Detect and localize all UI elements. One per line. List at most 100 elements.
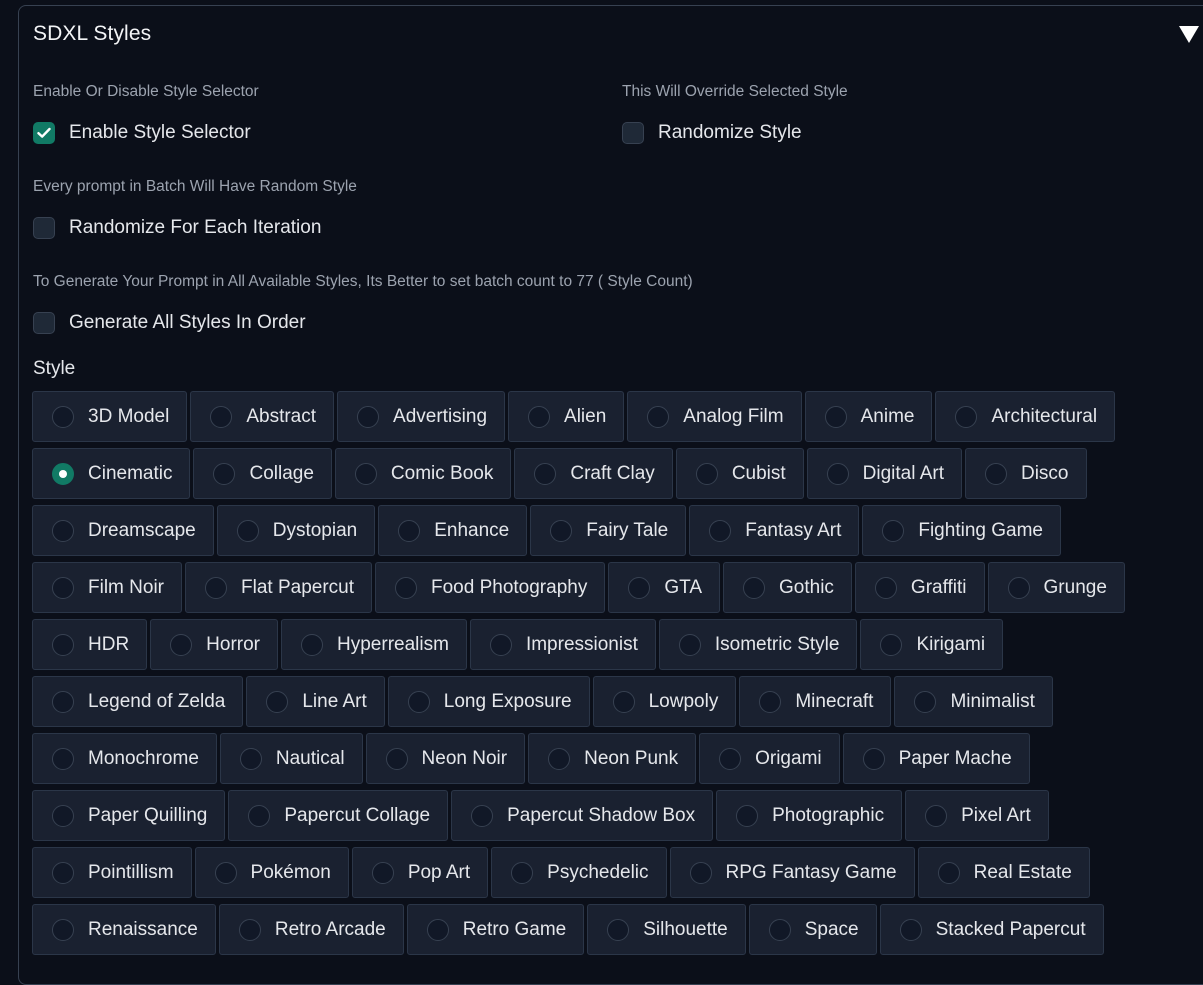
radio-circle-icon[interactable]: [354, 462, 377, 485]
radio-circle-icon[interactable]: [471, 804, 494, 827]
style-option-analog-film[interactable]: Analog Film: [627, 391, 802, 442]
radio-circle-icon[interactable]: [678, 633, 701, 656]
style-option-neon-noir[interactable]: Neon Noir: [365, 733, 526, 784]
style-option-minecraft[interactable]: Minecraft: [739, 676, 892, 727]
style-option-monochrome[interactable]: Monochrome: [32, 733, 217, 784]
checkbox-box[interactable]: [33, 312, 55, 334]
radio-circle-icon[interactable]: [52, 405, 74, 428]
style-option-minimalist[interactable]: Minimalist: [894, 676, 1053, 727]
style-option-fairy-tale[interactable]: Fairy Tale: [530, 505, 687, 556]
radio-circle-icon[interactable]: [238, 918, 261, 941]
style-option-long-exposure[interactable]: Long Exposure: [387, 676, 590, 727]
style-option-lowpoly[interactable]: Lowpoly: [592, 676, 737, 727]
radio-circle-icon[interactable]: [426, 918, 449, 941]
radio-circle-icon[interactable]: [52, 861, 74, 884]
style-option-graffiti[interactable]: Graffiti: [854, 562, 985, 613]
radio-circle-icon[interactable]: [210, 405, 233, 428]
radio-circle-icon[interactable]: [52, 747, 74, 770]
radio-circle-icon[interactable]: [52, 690, 74, 713]
radio-circle-icon[interactable]: [925, 804, 948, 827]
style-option-fighting-game[interactable]: Fighting Game: [862, 505, 1061, 556]
radio-circle-icon[interactable]: [301, 633, 324, 656]
radio-circle-icon[interactable]: [743, 576, 765, 599]
style-option-retro-arcade[interactable]: Retro Arcade: [218, 904, 404, 955]
style-option-gothic[interactable]: Gothic: [723, 562, 852, 613]
radio-circle-icon[interactable]: [407, 690, 430, 713]
style-option-film-noir[interactable]: Film Noir: [32, 562, 182, 613]
style-option-paper-quilling[interactable]: Paper Quilling: [32, 790, 226, 841]
generate-all-styles-checkbox[interactable]: Generate All Styles In Order: [33, 312, 306, 334]
radio-circle-icon[interactable]: [214, 861, 237, 884]
style-option-comic-book[interactable]: Comic Book: [334, 448, 512, 499]
style-option-dreamscape[interactable]: Dreamscape: [32, 505, 214, 556]
radio-circle-icon[interactable]: [205, 576, 227, 599]
radio-circle-icon[interactable]: [385, 747, 408, 770]
style-option-photographic[interactable]: Photographic: [716, 790, 903, 841]
style-option-cinematic[interactable]: Cinematic: [32, 448, 191, 499]
style-option-dystopian[interactable]: Dystopian: [216, 505, 376, 556]
style-option-hdr[interactable]: HDR: [32, 619, 148, 670]
radio-circle-icon[interactable]: [52, 462, 74, 485]
radio-circle-icon[interactable]: [937, 861, 960, 884]
randomize-each-iteration-checkbox[interactable]: Randomize For Each Iteration: [33, 217, 321, 239]
style-option-disco[interactable]: Disco: [964, 448, 1087, 499]
radio-circle-icon[interactable]: [239, 747, 262, 770]
style-option-psychedelic[interactable]: Psychedelic: [491, 847, 667, 898]
style-option-papercut-shadow-box[interactable]: Papercut Shadow Box: [451, 790, 714, 841]
radio-circle-icon[interactable]: [882, 519, 905, 542]
style-option-rpg-fantasy-game[interactable]: RPG Fantasy Game: [669, 847, 915, 898]
style-option-collage[interactable]: Collage: [193, 448, 332, 499]
style-option-fantasy-art[interactable]: Fantasy Art: [689, 505, 860, 556]
radio-circle-icon[interactable]: [768, 918, 791, 941]
style-option-papercut-collage[interactable]: Papercut Collage: [228, 790, 449, 841]
radio-circle-icon[interactable]: [52, 804, 74, 827]
radio-circle-icon[interactable]: [736, 804, 759, 827]
radio-circle-icon[interactable]: [695, 462, 718, 485]
radio-circle-icon[interactable]: [1007, 576, 1030, 599]
radio-circle-icon[interactable]: [357, 405, 380, 428]
radio-circle-icon[interactable]: [52, 576, 74, 599]
style-option-pixel-art[interactable]: Pixel Art: [905, 790, 1049, 841]
style-option-hyperrealism[interactable]: Hyperrealism: [281, 619, 467, 670]
enable-style-selector-checkbox[interactable]: Enable Style Selector: [33, 122, 251, 144]
style-option-nautical[interactable]: Nautical: [219, 733, 363, 784]
style-option-isometric-style[interactable]: Isometric Style: [658, 619, 858, 670]
style-option-silhouette[interactable]: Silhouette: [587, 904, 746, 955]
style-option-pop-art[interactable]: Pop Art: [351, 847, 489, 898]
style-option-flat-papercut[interactable]: Flat Papercut: [185, 562, 372, 613]
style-option-anime[interactable]: Anime: [804, 391, 933, 442]
radio-circle-icon[interactable]: [52, 519, 74, 542]
style-option-3d-model[interactable]: 3D Model: [32, 391, 188, 442]
style-option-alien[interactable]: Alien: [508, 391, 625, 442]
radio-circle-icon[interactable]: [647, 405, 670, 428]
radio-circle-icon[interactable]: [826, 462, 849, 485]
style-option-kirigami[interactable]: Kirigami: [860, 619, 1004, 670]
style-option-food-photography[interactable]: Food Photography: [375, 562, 606, 613]
radio-circle-icon[interactable]: [709, 519, 732, 542]
radio-circle-icon[interactable]: [528, 405, 551, 428]
radio-circle-icon[interactable]: [824, 405, 847, 428]
randomize-style-checkbox[interactable]: Randomize Style: [622, 122, 802, 144]
radio-circle-icon[interactable]: [548, 747, 571, 770]
radio-circle-icon[interactable]: [607, 918, 630, 941]
collapse-triangle-icon[interactable]: [1179, 26, 1199, 43]
radio-circle-icon[interactable]: [489, 633, 512, 656]
radio-circle-icon[interactable]: [398, 519, 421, 542]
style-option-retro-game[interactable]: Retro Game: [406, 904, 585, 955]
style-option-pok-mon[interactable]: Pokémon: [194, 847, 349, 898]
check-icon[interactable]: [33, 122, 55, 144]
style-option-origami[interactable]: Origami: [699, 733, 840, 784]
style-option-impressionist[interactable]: Impressionist: [469, 619, 656, 670]
radio-circle-icon[interactable]: [52, 633, 74, 656]
style-option-renaissance[interactable]: Renaissance: [32, 904, 216, 955]
radio-circle-icon[interactable]: [52, 918, 74, 941]
style-option-paper-mache[interactable]: Paper Mache: [842, 733, 1030, 784]
radio-circle-icon[interactable]: [371, 861, 394, 884]
style-option-grunge[interactable]: Grunge: [987, 562, 1125, 613]
radio-circle-icon[interactable]: [612, 690, 635, 713]
radio-circle-icon[interactable]: [511, 861, 534, 884]
style-option-neon-punk[interactable]: Neon Punk: [528, 733, 697, 784]
radio-circle-icon[interactable]: [880, 633, 903, 656]
style-option-horror[interactable]: Horror: [150, 619, 279, 670]
radio-circle-icon[interactable]: [550, 519, 573, 542]
